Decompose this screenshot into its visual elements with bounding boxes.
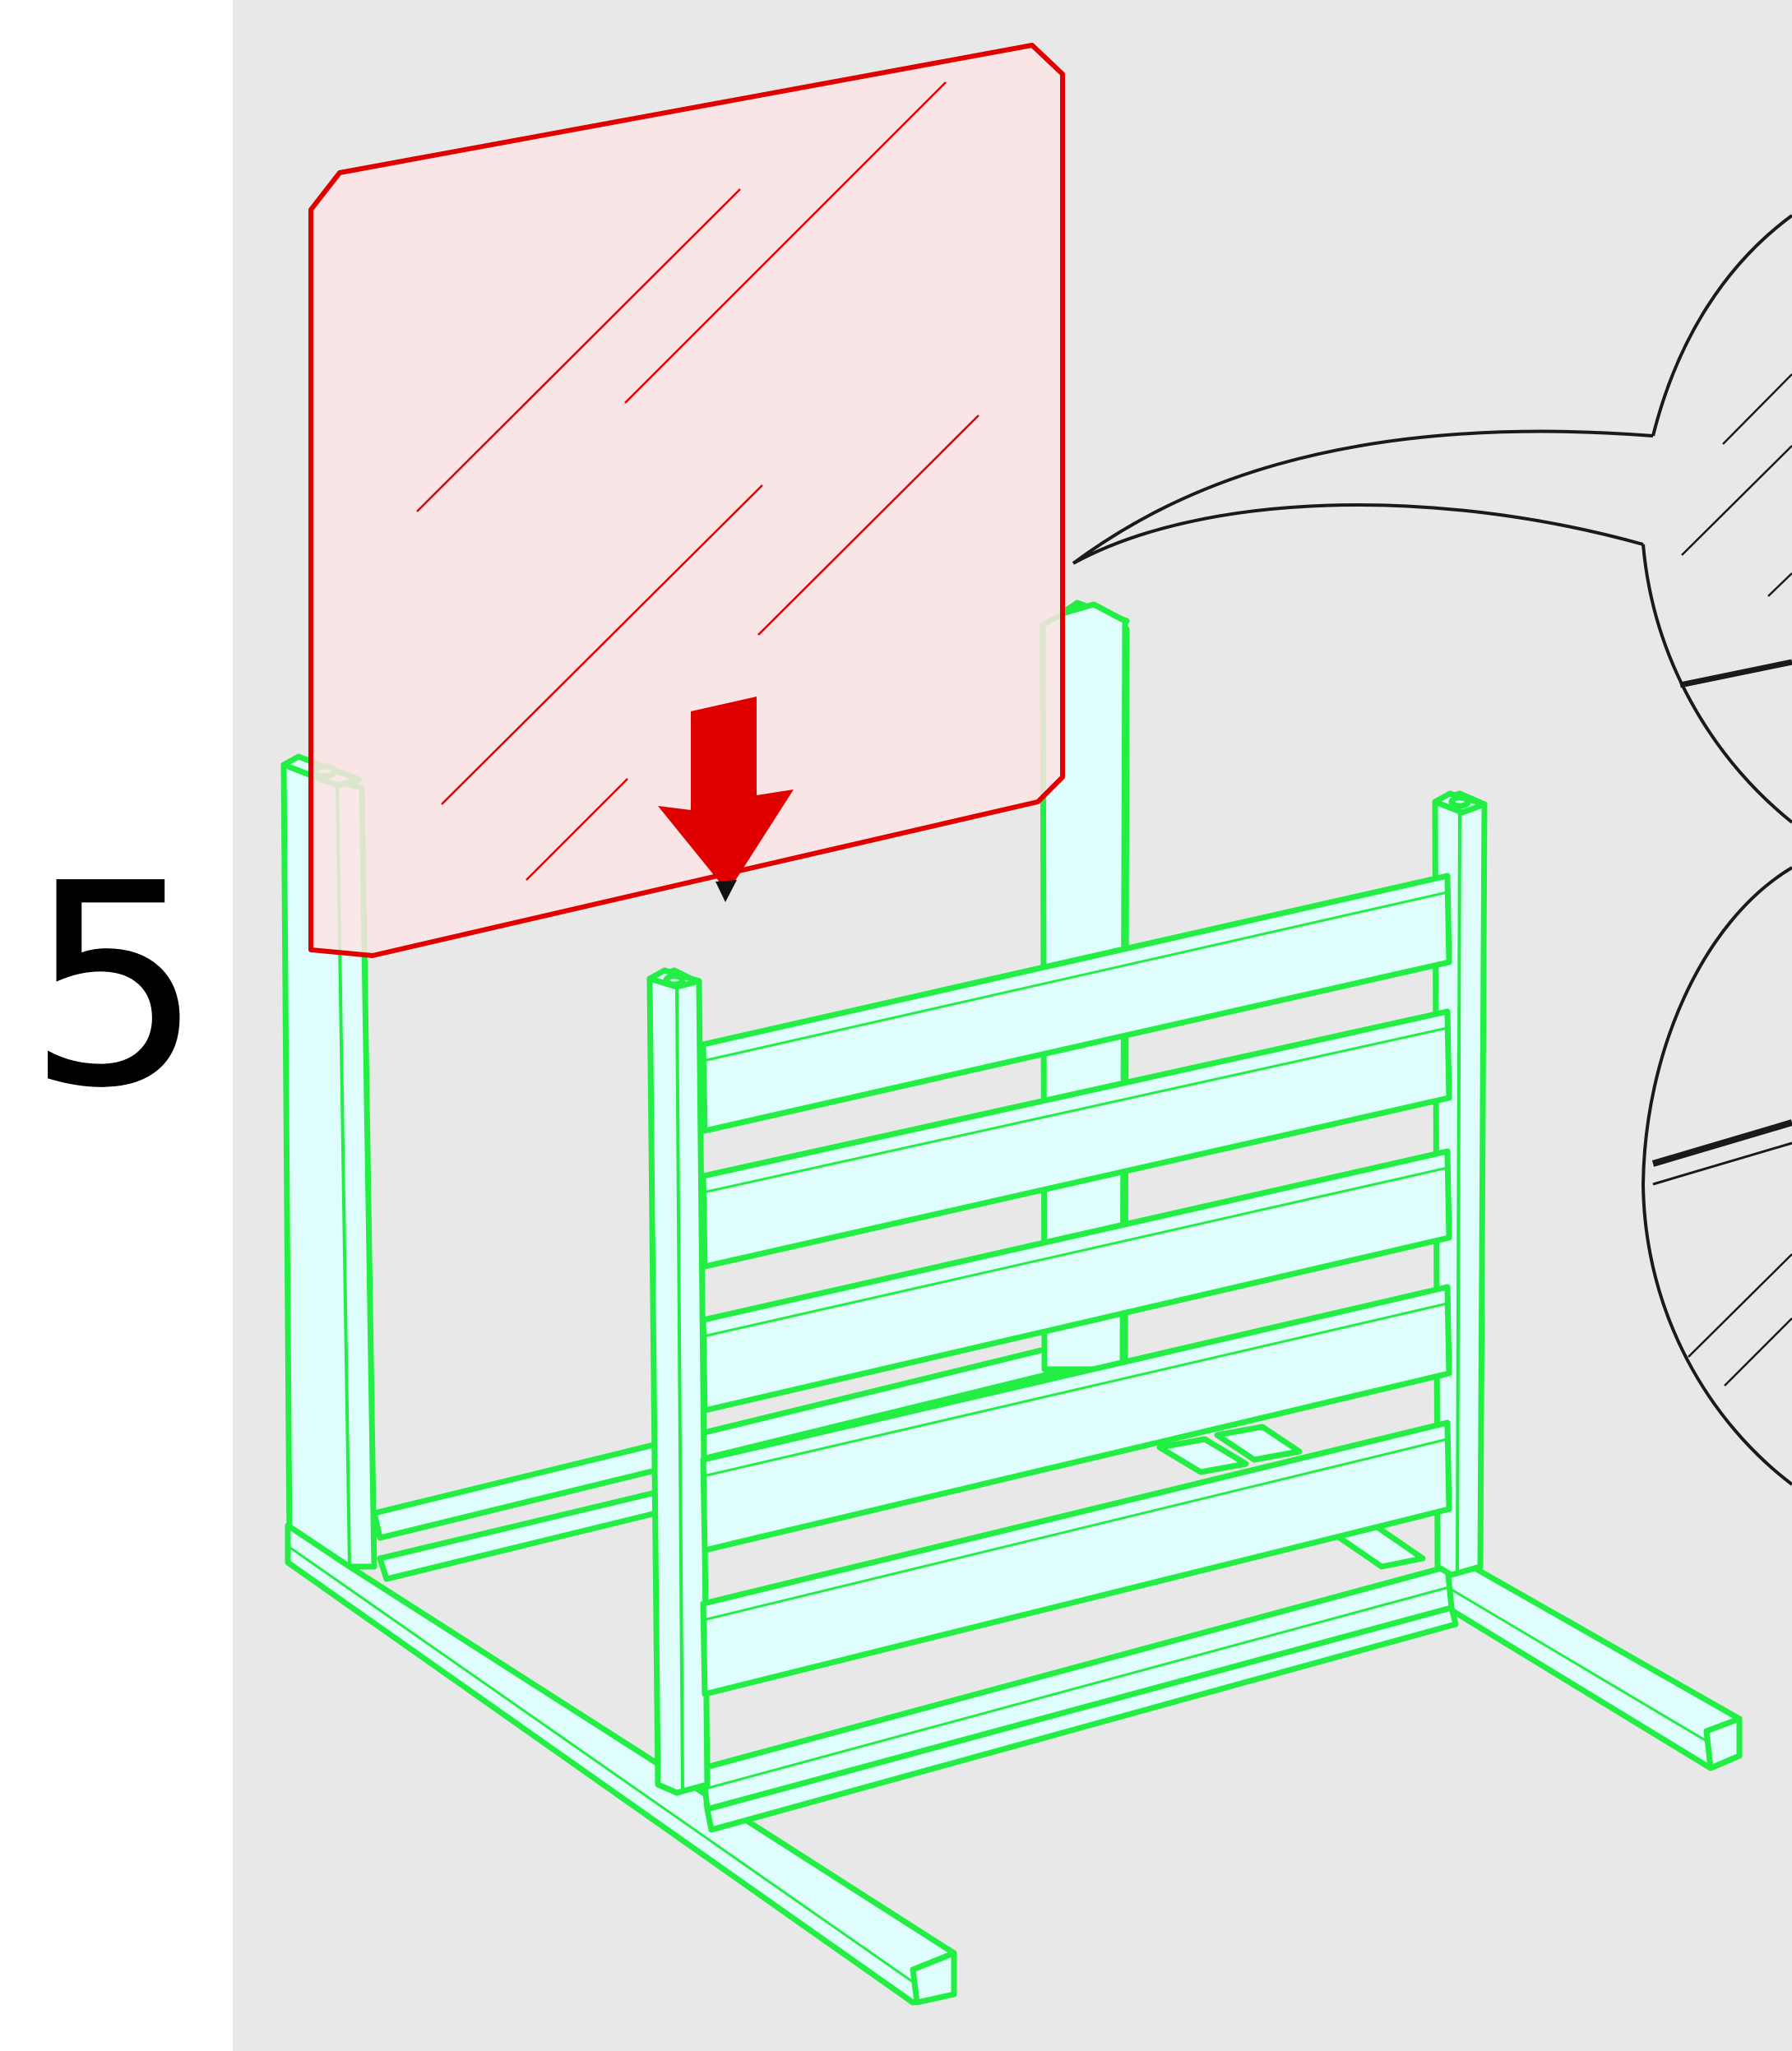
detail-edge-bottom	[1651, 1119, 1792, 1167]
step-number: 5	[25, 824, 205, 1150]
front-left-post	[646, 967, 711, 1796]
detail-circle-bottom	[1641, 866, 1792, 1486]
side-slats	[700, 873, 1452, 1697]
detail-edge-top	[1679, 659, 1792, 688]
assembly-illustration	[233, 0, 1792, 2051]
detail-edge-bottom-thin	[1652, 1141, 1792, 1186]
step-margin: 5	[0, 0, 233, 2051]
callout-pointer	[1072, 429, 1654, 565]
assembly-drawing	[280, 43, 1792, 2006]
right-base-foot	[1444, 1563, 1743, 1771]
